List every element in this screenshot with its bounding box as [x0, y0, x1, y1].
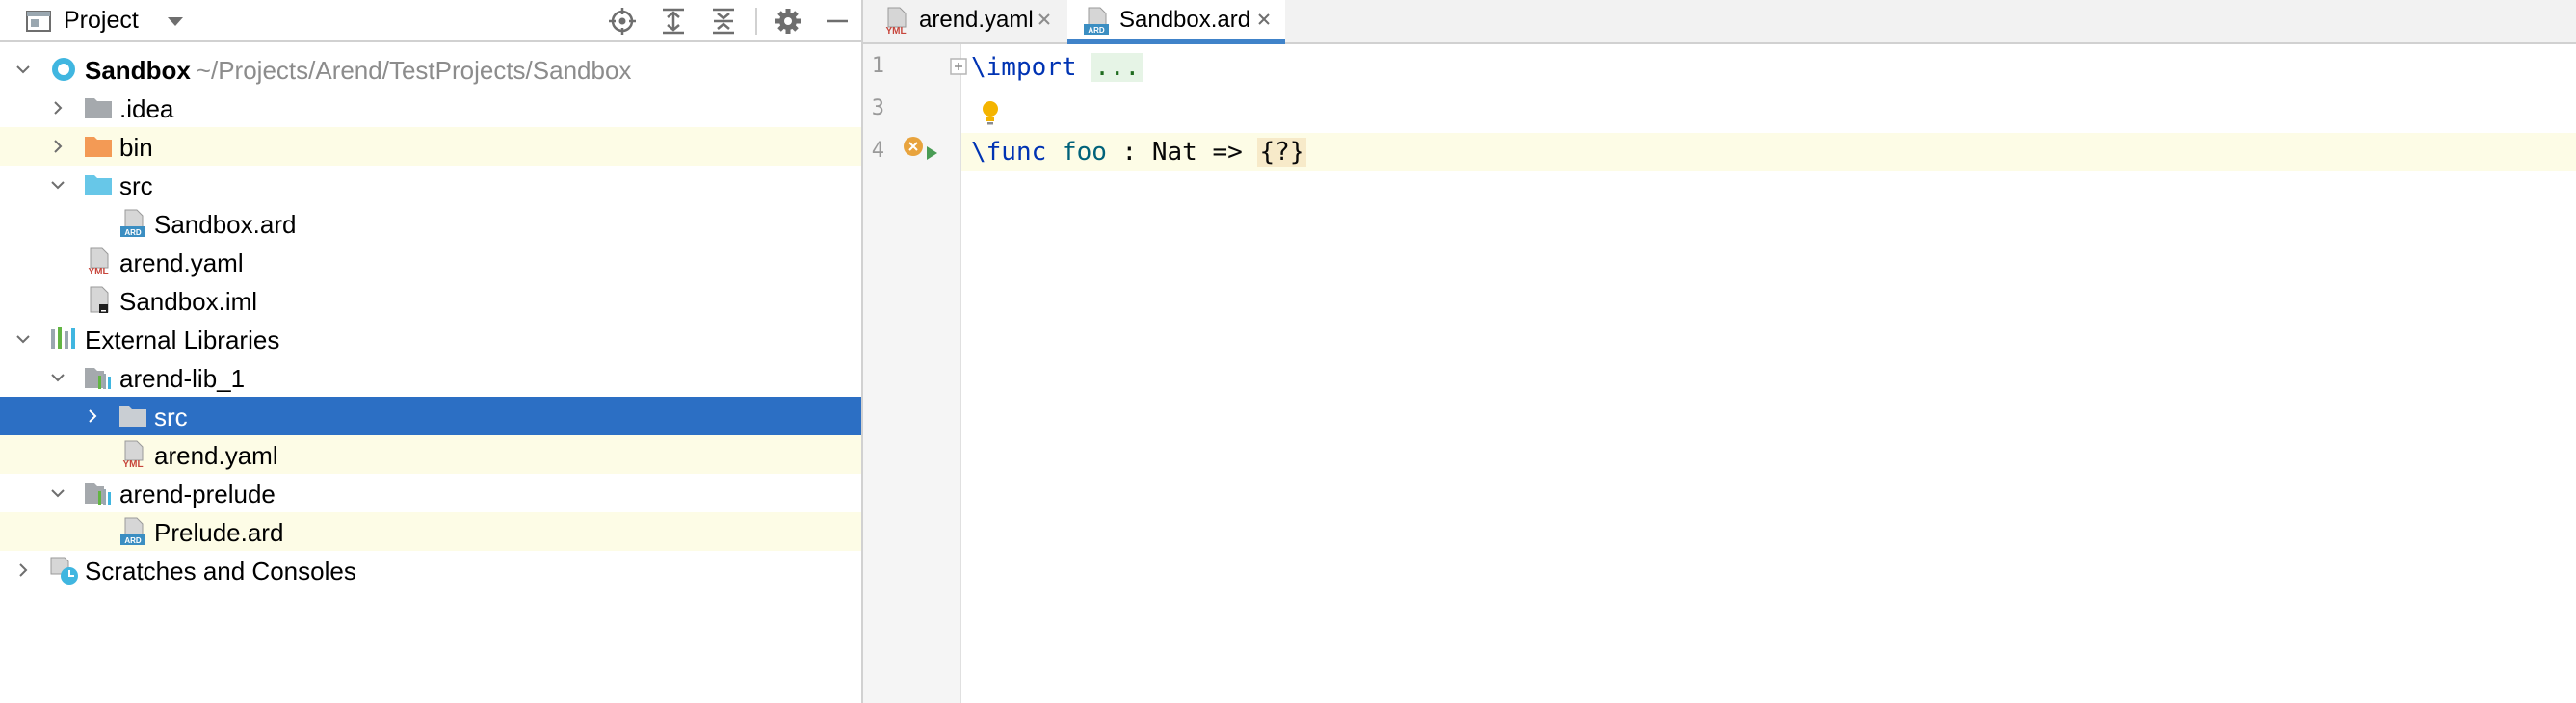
code-area[interactable]: \import ... \func foo : Nat => {?}	[961, 44, 2576, 703]
collapse-all-icon[interactable]	[708, 6, 739, 37]
tree-item-label: arend-lib_1	[119, 364, 246, 393]
line-number: 3	[871, 96, 884, 120]
tree-item-label: External Libraries	[85, 325, 280, 354]
tree-item-arend-yaml[interactable]: YML arend.yaml	[0, 243, 861, 281]
tree-item-label: src	[154, 403, 188, 431]
tree-item-label: Sandbox	[85, 56, 191, 85]
tree-item-label: Sandbox.ard	[154, 210, 297, 239]
ard-file-icon: ARD	[120, 209, 145, 237]
tree-item-sandbox-iml[interactable]: Sandbox.iml	[0, 281, 861, 320]
tree-item-sandbox[interactable]: Sandbox ~/Projects/Arend/TestProjects/San…	[0, 50, 861, 89]
tree-item-sandbox-ard[interactable]: ARD Sandbox.ard	[0, 204, 861, 243]
tree-item-lib-src[interactable]: src	[0, 397, 861, 435]
tree-item-label: bin	[119, 133, 153, 162]
header-divider	[755, 8, 757, 35]
tree-item-label: src	[119, 171, 153, 200]
editor-gutter: 1 3 4	[863, 44, 967, 703]
project-tree: Sandbox ~/Projects/Arend/TestProjects/San…	[0, 50, 861, 589]
chevron-right-icon[interactable]	[50, 100, 66, 116]
chevron-right-icon[interactable]	[50, 139, 66, 154]
excluded-folder-icon	[85, 137, 112, 157]
libraries-icon	[51, 327, 75, 349]
library-icon	[85, 368, 111, 389]
folder-icon	[85, 98, 112, 118]
library-icon	[85, 483, 111, 505]
chevron-down-icon[interactable]	[15, 62, 31, 77]
scratches-icon	[50, 557, 78, 585]
svg-text:ARD: ARD	[1088, 26, 1105, 35]
yaml-file-icon: YML	[88, 247, 109, 277]
import-keyword: \import	[971, 53, 1077, 82]
tree-item-label: arend-prelude	[119, 480, 276, 508]
project-header: Project	[0, 0, 861, 42]
line-number: 4	[871, 139, 884, 163]
code-line-4: \func foo : Nat => {?}	[961, 133, 2576, 171]
chevron-down-icon[interactable]	[50, 370, 66, 385]
source-folder-icon	[85, 175, 112, 195]
project-path: ~/Projects/Arend/TestProjects/Sandbox	[196, 56, 632, 85]
module-icon	[52, 58, 75, 81]
chevron-right-icon[interactable]	[15, 562, 31, 578]
editor-area: YML arend.yaml ARD Sandbox.ard 1 3 4 \im…	[863, 0, 2576, 703]
svg-text:YML: YML	[122, 459, 143, 470]
tab-arend-yaml[interactable]: YML arend.yaml	[863, 0, 1065, 42]
tree-item-arend-prelude[interactable]: arend-prelude	[0, 474, 861, 512]
project-title[interactable]: Project	[64, 7, 139, 35]
tree-item-label: Sandbox.iml	[119, 287, 258, 316]
code-line-1: \import ...	[961, 48, 2576, 87]
tree-item-idea[interactable]: .idea	[0, 89, 861, 127]
expand-all-icon[interactable]	[658, 6, 689, 37]
tree-item-prelude-ard[interactable]: ARD Prelude.ard	[0, 512, 861, 551]
tab-label: arend.yaml	[919, 7, 1034, 33]
chevron-down-icon[interactable]	[50, 485, 66, 501]
tree-item-external-libraries[interactable]: External Libraries	[0, 320, 861, 358]
svg-text:ARD: ARD	[124, 536, 142, 545]
chevron-down-icon[interactable]	[50, 177, 66, 193]
dropdown-arrow-icon[interactable]	[160, 6, 191, 37]
gear-icon[interactable]	[773, 6, 803, 37]
folder-icon	[119, 406, 146, 427]
yaml-file-icon: YML	[122, 440, 144, 470]
function-name: foo	[1061, 138, 1107, 167]
tree-item-arend-lib[interactable]: arend-lib_1	[0, 358, 861, 397]
svg-text:ARD: ARD	[124, 228, 142, 237]
line-number: 1	[871, 54, 884, 78]
ard-file-icon: ARD	[1084, 7, 1109, 35]
project-tool-window: Project Sandbox ~/Projects/Arend/TestPro…	[0, 0, 863, 703]
editor-tabs: YML arend.yaml ARD Sandbox.ard	[863, 0, 2576, 44]
iml-file-icon	[90, 286, 109, 313]
tree-item-bin[interactable]: bin	[0, 127, 861, 166]
tab-sandbox-ard[interactable]: ARD Sandbox.ard	[1067, 0, 1285, 44]
tree-item-label: arend.yaml	[154, 441, 278, 470]
tree-item-lib-arend-yaml[interactable]: YML arend.yaml	[0, 435, 861, 474]
project-view-icon	[26, 11, 51, 32]
tree-item-label: Scratches and Consoles	[85, 557, 356, 586]
tree-item-label: .idea	[119, 94, 174, 123]
tree-item-label: Prelude.ard	[154, 518, 284, 547]
tree-item-scratches[interactable]: Scratches and Consoles	[0, 551, 861, 589]
ard-file-icon: ARD	[120, 517, 145, 545]
minimize-icon[interactable]	[822, 6, 853, 37]
yaml-file-icon: YML	[885, 7, 907, 37]
close-icon[interactable]	[1254, 10, 1274, 29]
chevron-down-icon[interactable]	[15, 331, 31, 347]
chevron-right-icon[interactable]	[85, 408, 100, 424]
tree-item-label: arend.yaml	[119, 248, 244, 277]
svg-text:YML: YML	[885, 26, 906, 37]
lightbulb-icon[interactable]	[979, 98, 1002, 127]
close-icon[interactable]	[1035, 10, 1054, 29]
function-signature: : Nat =>	[1106, 138, 1258, 167]
run-icon[interactable]	[923, 144, 940, 162]
svg-text:YML: YML	[88, 267, 108, 277]
folded-imports[interactable]: ...	[1091, 53, 1143, 82]
tree-item-src[interactable]: src	[0, 166, 861, 204]
func-keyword: \func	[971, 138, 1047, 167]
goal-placeholder[interactable]: {?}	[1257, 138, 1307, 167]
tab-label: Sandbox.ard	[1119, 7, 1251, 33]
locate-icon[interactable]	[607, 6, 638, 37]
